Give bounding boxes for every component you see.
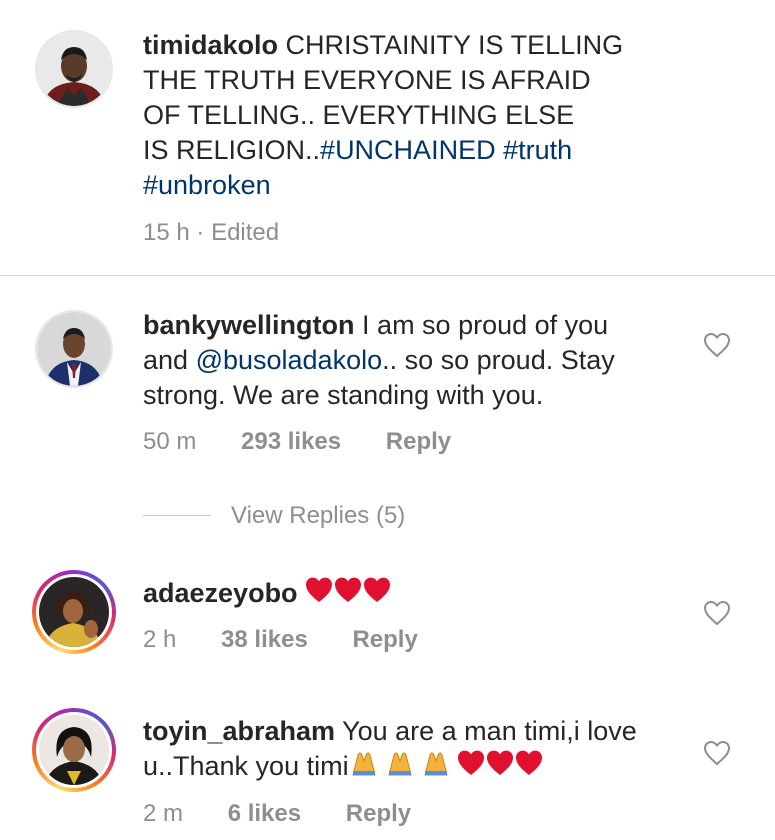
comment-1-time: 50 m xyxy=(143,428,197,455)
avatar-toyin-abraham[interactable] xyxy=(39,715,109,785)
comment-3-text: toyin_abraham You are a man timi,i love … xyxy=(143,714,703,786)
avatar-timidakolo-image xyxy=(37,32,111,106)
comment-1-likes[interactable]: 293 likes xyxy=(241,428,341,455)
avatar-bankywellington[interactable] xyxy=(35,310,113,388)
like-heart-icon[interactable] xyxy=(703,332,731,358)
comment-1-line-3: strong. We are standing with you. xyxy=(143,380,544,410)
hashtag-unchained[interactable]: #UNCHAINED xyxy=(320,135,496,165)
post-time: 15 h xyxy=(143,219,190,246)
comment-3-reply-button[interactable]: Reply xyxy=(346,800,411,827)
comment-1-reply-button[interactable]: Reply xyxy=(386,428,451,455)
story-ring-adaezeyobo[interactable] xyxy=(32,570,116,654)
caption-line-2: THE TRUTH EVERYONE IS AFRAID xyxy=(143,65,591,95)
hashtag-truth[interactable]: #truth xyxy=(503,135,572,165)
post-edited-label: Edited xyxy=(211,219,280,246)
avatar-timidakolo[interactable] xyxy=(35,30,113,108)
comment-3-likes[interactable]: 6 likes xyxy=(228,800,301,827)
caption-line-3: OF TELLING.. EVERYTHING ELSE xyxy=(143,100,575,130)
caption-line-4: IS RELIGION.. xyxy=(143,135,321,165)
comment-3-time: 2 m xyxy=(143,800,184,827)
view-replies-button[interactable]: View Replies (5) xyxy=(231,501,405,531)
comment-2-time: 2 h xyxy=(143,626,177,653)
comment-2-meta: 2 h 38 likes Reply xyxy=(143,625,418,655)
like-heart-icon[interactable] xyxy=(703,740,731,766)
post-username[interactable]: timidakolo xyxy=(143,30,278,60)
comment-2-username[interactable]: adaezeyobo xyxy=(143,578,298,608)
avatar-bankywellington-image xyxy=(37,312,111,386)
post-meta: 15 h · Edited xyxy=(143,218,279,248)
red-heart-emoji xyxy=(305,576,391,613)
comment-2-reply-button[interactable]: Reply xyxy=(352,626,417,653)
comment-1-username[interactable]: bankywellington xyxy=(143,310,355,340)
caption-line-1: CHRISTAINITY IS TELLING xyxy=(285,30,624,60)
mention-busoladakolo[interactable]: @busoladakolo xyxy=(196,345,383,375)
comment-1-text: bankywellington I am so proud of you and… xyxy=(143,308,703,413)
comment-3-line-2: u..Thank you timi xyxy=(143,751,349,781)
folded-hands-emoji xyxy=(349,749,457,786)
comment-1-line-2-post: .. so so proud. Stay xyxy=(382,345,615,375)
avatar-toyin-abraham-image xyxy=(39,715,109,785)
avatar-adaezeyobo-image xyxy=(39,577,109,647)
red-heart-emoji xyxy=(457,749,543,786)
view-replies-line xyxy=(143,515,211,516)
comment-1-meta: 50 m 293 likes Reply xyxy=(143,427,451,457)
comment-2-likes[interactable]: 38 likes xyxy=(221,626,308,653)
meta-dot: · xyxy=(196,219,205,246)
like-heart-icon[interactable] xyxy=(703,600,731,626)
comment-1-line-2-pre: and xyxy=(143,345,196,375)
comment-2-text: adaezeyobo xyxy=(143,576,703,613)
comment-3-meta: 2 m 6 likes Reply xyxy=(143,799,411,829)
comment-1-line-1: I am so proud of you xyxy=(362,310,609,340)
separator xyxy=(0,275,775,276)
comment-3-line-1: You are a man timi,i love xyxy=(342,716,637,746)
comment-3-username[interactable]: toyin_abraham xyxy=(143,716,335,746)
story-ring-toyin-abraham[interactable] xyxy=(32,708,116,792)
hashtag-unbroken[interactable]: #unbroken xyxy=(143,170,271,200)
post-caption: timidakolo CHRISTAINITY IS TELLING THE T… xyxy=(143,28,703,203)
avatar-adaezeyobo[interactable] xyxy=(39,577,109,647)
